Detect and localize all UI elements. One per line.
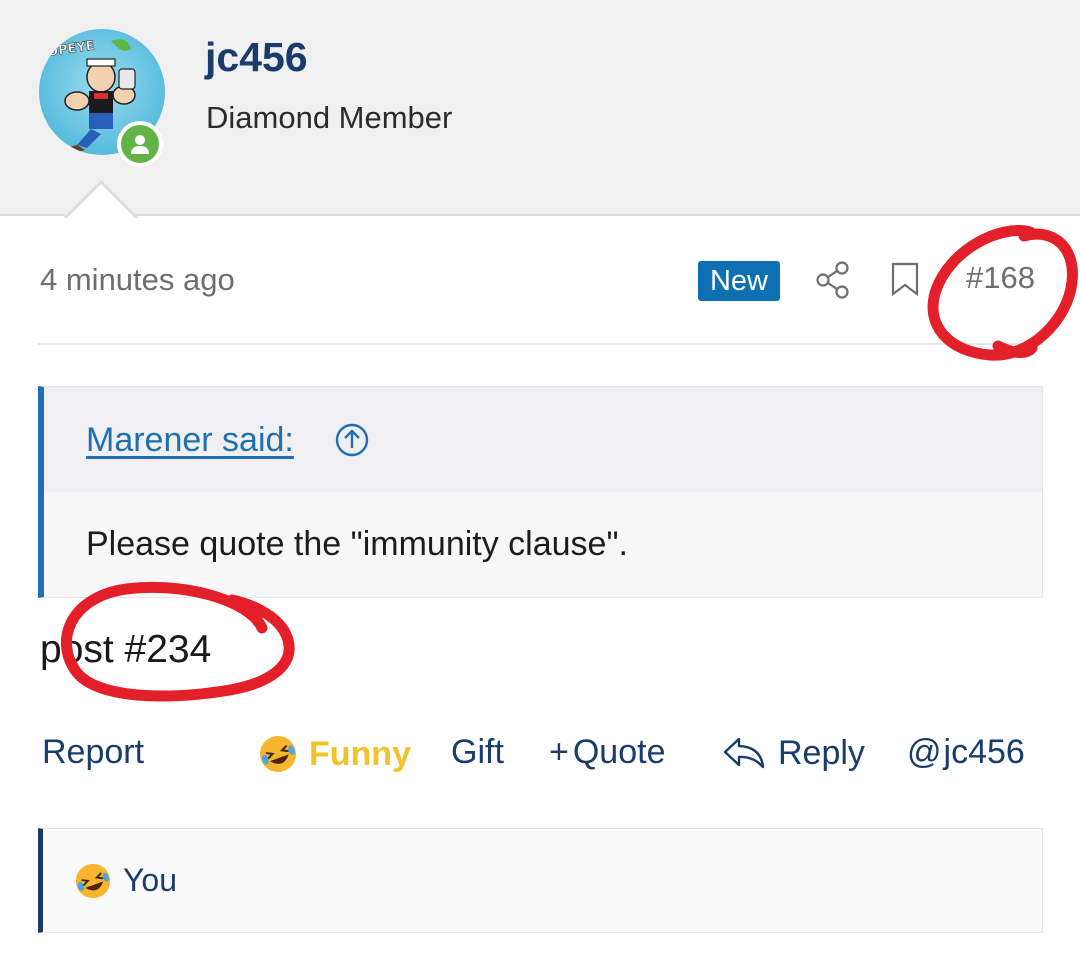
quote-button[interactable]: + Quote [549, 733, 665, 772]
online-status-badge [117, 121, 163, 167]
plus-icon: + [549, 733, 569, 771]
reply-arrow-icon [723, 737, 765, 769]
share-icon[interactable] [815, 260, 851, 305]
post-body: post #234 [40, 628, 212, 671]
reply-label: Reply [778, 733, 865, 772]
quote-author-link[interactable]: Marener said: [86, 421, 294, 460]
online-user-icon [121, 125, 159, 163]
quote-text: Please quote the "immunity clause". [86, 525, 628, 563]
meta-divider [38, 343, 1043, 345]
post-timestamp[interactable]: 4 minutes ago [40, 262, 235, 298]
reply-button[interactable]: Reply [722, 733, 865, 773]
reaction-user: You [123, 862, 177, 898]
user-title: Diamond Member [206, 100, 453, 135]
report-label: Report [42, 733, 145, 771]
bookmark-icon[interactable] [889, 261, 921, 302]
laughing-emoji-icon [75, 863, 111, 899]
username-link[interactable]: jc456 [205, 34, 308, 81]
at-icon: @ [907, 733, 942, 771]
reactions-bar[interactable]: You [38, 828, 1043, 933]
mention-label: jc456 [943, 733, 1025, 771]
header-caret-fill [66, 184, 136, 219]
report-button[interactable]: Report [42, 733, 144, 772]
avatar-logo-text: OPEYE [46, 38, 95, 60]
quote-header: Marener said: [44, 387, 1042, 492]
gift-button[interactable]: Gift [451, 733, 504, 772]
post-number-link[interactable]: #168 [966, 260, 1035, 296]
new-badge: New [698, 261, 780, 301]
arrow-up-circle-icon[interactable] [333, 421, 371, 464]
user-header: OPEYE jc456 Diamond Member [0, 0, 1080, 216]
gift-label: Gift [451, 733, 504, 771]
mention-button[interactable]: @ jc456 [907, 733, 1025, 772]
funny-label: Funny [309, 734, 411, 773]
funny-reaction-button[interactable]: Funny [257, 733, 411, 775]
quote-label: Quote [572, 733, 666, 771]
quote-block: Marener said: Please quote the "immunity… [38, 386, 1043, 598]
laughing-emoji-icon [260, 736, 296, 772]
